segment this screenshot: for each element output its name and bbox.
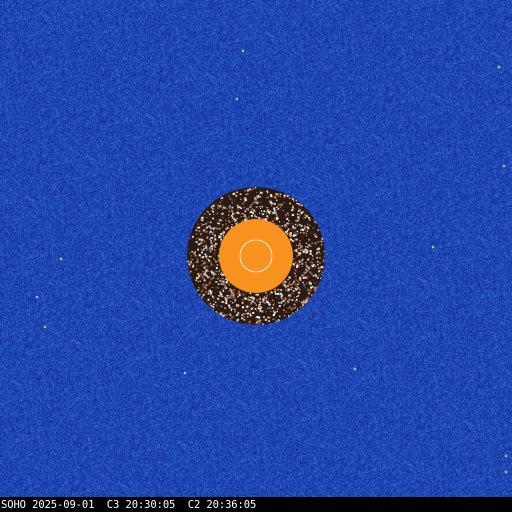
c3-time: 20:30:05 — [125, 499, 176, 511]
date-label: 2025-09-01 — [32, 499, 95, 511]
c2-label: C2 — [187, 499, 201, 511]
observatory-label: SOHO — [1, 499, 26, 511]
caption-text: SOHO 2025-09-01 C3 20:30:05 C2 20:36:05 — [1, 499, 256, 511]
c2-time: 20:36:05 — [206, 499, 257, 511]
c3-label: C3 — [106, 499, 120, 511]
caption-bar: SOHO 2025-09-01 C3 20:30:05 C2 20:36:05 — [0, 497, 512, 512]
occulter-assembly — [187, 187, 325, 325]
occulter-disk — [219, 219, 293, 293]
coronagraph-frame: SOHO 2025-09-01 C3 20:30:05 C2 20:36:05 — [0, 0, 512, 512]
